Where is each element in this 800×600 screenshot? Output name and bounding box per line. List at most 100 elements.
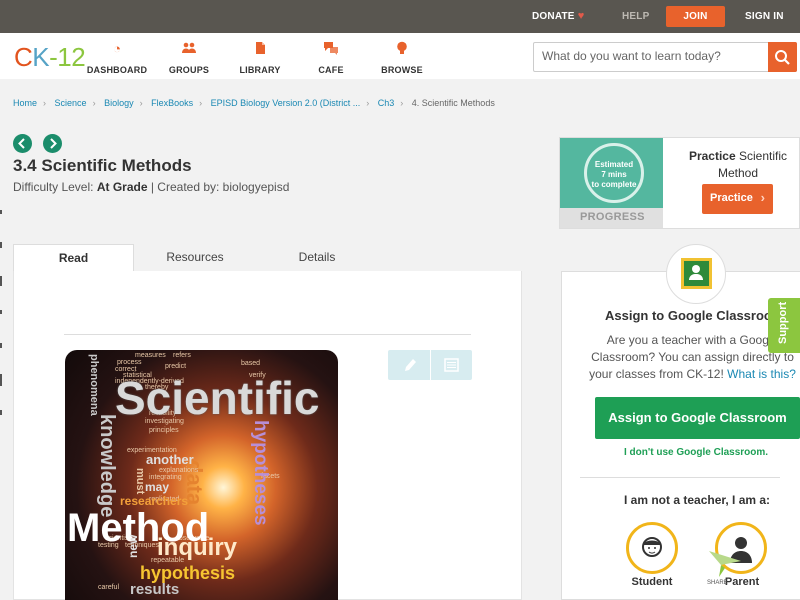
dont-use-classroom-link[interactable]: I don't use Google Classroom.	[624, 447, 768, 458]
nav-label: DASHBOARD	[86, 65, 148, 75]
google-classroom-logo	[666, 244, 726, 304]
breadcrumb-separator: ›	[400, 98, 404, 108]
nav-library[interactable]: LIBRARY	[220, 41, 300, 75]
gutter-mark	[0, 210, 2, 214]
word-inquiry: inquiry	[157, 534, 238, 561]
breadcrumb-separator: ›	[92, 98, 96, 108]
tab-details[interactable]: Details	[262, 244, 372, 272]
scientific-method-word-cloud-image: measures refers process correct predict …	[65, 350, 338, 600]
top-bar: DONATE ♥ HELP JOIN SIGN IN	[0, 0, 800, 33]
word: experimentation	[127, 447, 177, 454]
groups-icon	[149, 41, 229, 57]
chevron-right-icon	[50, 138, 57, 149]
assign-title: Assign to Google Classroom	[605, 308, 784, 323]
donate-label: DONATE	[532, 11, 575, 22]
student-icon	[642, 537, 662, 557]
edit-toolbar	[388, 350, 472, 380]
word: another	[146, 452, 194, 467]
word: must	[134, 468, 146, 495]
ck12-logo[interactable]: CK-12	[14, 42, 86, 73]
lesson-content: measures refers process correct predict …	[13, 271, 522, 600]
chevron-left-icon	[18, 138, 25, 149]
to-complete-label: to complete	[591, 180, 637, 189]
progress-label: PROGRESS	[580, 211, 645, 223]
heart-icon: ♥	[577, 10, 585, 22]
tab-read[interactable]: Read	[13, 244, 134, 272]
assign-description: Are you a teacher with a Google Classroo…	[580, 332, 800, 383]
previous-section-button[interactable]	[13, 134, 32, 153]
support-label: Support	[777, 301, 789, 344]
share-paper-plane-icon	[709, 551, 741, 577]
breadcrumb-science[interactable]: Science	[55, 98, 87, 108]
gutter-mark	[0, 343, 2, 348]
student-label: Student	[631, 576, 673, 588]
share-label: SHARE	[707, 580, 728, 586]
word-hypothesis: hypothesis	[140, 563, 236, 583]
breadcrumb-book[interactable]: EPISD Biology Version 2.0 (District ...	[211, 98, 361, 108]
practice-card: Estimated 7 mins to complete PROGRESS Pr…	[559, 137, 800, 229]
practice-button[interactable]: Practice ›	[702, 184, 773, 214]
estimated-mins: 7 mins	[601, 170, 627, 179]
word-knowledge: knowledge	[96, 414, 118, 518]
word: predict	[165, 363, 187, 370]
word: explanations	[159, 467, 199, 474]
search-icon	[775, 50, 790, 65]
page-meta: Difficulty Level: At Grade | Created by:…	[13, 180, 289, 194]
word-phenomena: phenomena	[88, 354, 100, 416]
help-link[interactable]: HELP	[622, 0, 649, 33]
nav-browse[interactable]: BROWSE	[362, 41, 442, 75]
search-input[interactable]	[542, 49, 762, 63]
practice-button-label: Practice	[710, 192, 753, 204]
word-hypotheses: hypotheses	[250, 420, 271, 526]
nav-dashboard[interactable]: ◔ DASHBOARD	[77, 41, 157, 75]
practice-thumbnail[interactable]: Estimated 7 mins to complete PROGRESS	[560, 138, 663, 228]
difficulty-value: At Grade	[96, 180, 148, 194]
breadcrumb-home[interactable]: Home	[13, 98, 37, 108]
practice-title: Practice Scientific Method	[678, 148, 798, 182]
chevron-right-icon: ›	[760, 190, 765, 205]
library-icon	[220, 41, 300, 57]
sign-in-link[interactable]: SIGN IN	[745, 0, 784, 33]
content-divider	[64, 334, 471, 335]
word: based	[241, 360, 261, 367]
notes-icon	[444, 358, 459, 372]
role-prompt: I am not a teacher, I am a:	[624, 493, 771, 507]
breadcrumb-biology[interactable]: Biology	[104, 98, 134, 108]
nav-cafe[interactable]: CAFE	[291, 41, 371, 75]
edit-button[interactable]	[388, 350, 430, 380]
support-tab[interactable]: Support	[768, 298, 800, 353]
search-button[interactable]	[768, 42, 797, 72]
nav-label: LIBRARY	[239, 65, 281, 75]
chat-bubble-icon	[291, 41, 371, 57]
breadcrumb-separator: ›	[199, 98, 203, 108]
word: investigating	[145, 418, 184, 425]
nav-label: GROUPS	[168, 65, 210, 75]
breadcrumb-chapter[interactable]: Ch3	[378, 98, 395, 108]
google-classroom-icon	[681, 258, 712, 289]
student-role-button[interactable]	[626, 522, 678, 574]
gutter-mark	[0, 410, 2, 415]
search-box	[533, 42, 797, 72]
word-scientific: Scientific	[115, 372, 320, 424]
gutter-mark	[0, 276, 2, 286]
share-button[interactable]: SHARE	[707, 547, 743, 591]
word: measures	[135, 352, 166, 359]
lightbulb-icon	[362, 41, 442, 57]
dashboard-icon: ◔	[113, 41, 121, 56]
nav-groups[interactable]: GROUPS	[149, 41, 229, 75]
gutter-mark	[0, 374, 2, 386]
notes-button[interactable]	[431, 350, 472, 380]
breadcrumb-flexbooks[interactable]: FlexBooks	[151, 98, 193, 108]
next-section-button[interactable]	[43, 134, 62, 153]
tab-resources[interactable]: Resources	[140, 244, 250, 272]
practice-title-bold: Practice	[688, 149, 736, 163]
gutter-mark	[0, 310, 2, 314]
breadcrumb-separator: ›	[366, 98, 370, 108]
what-is-this-link[interactable]: What is this?	[727, 367, 796, 381]
assign-to-google-classroom-button[interactable]: Assign to Google Classroom	[595, 397, 800, 439]
nav-label: BROWSE	[381, 65, 423, 75]
join-button[interactable]: JOIN	[666, 6, 725, 27]
pencil-icon	[405, 359, 416, 371]
breadcrumb-current: 4. Scientific Methods	[411, 98, 495, 108]
donate-link[interactable]: DONATE ♥	[532, 0, 584, 33]
